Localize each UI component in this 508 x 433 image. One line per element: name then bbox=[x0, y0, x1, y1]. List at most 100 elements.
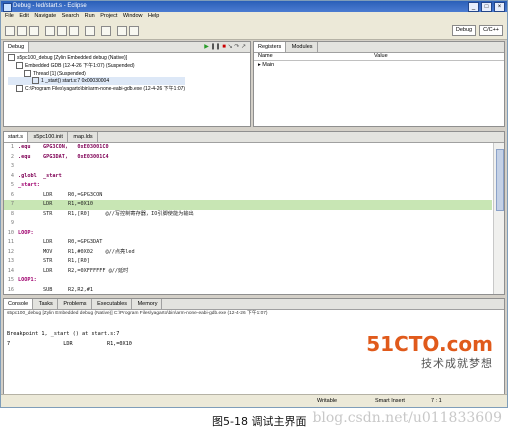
debug-tree: s5pc100_debug [Zylin Embedded debug (Nat… bbox=[8, 54, 186, 93]
code-line[interactable]: 14 LDR R2,=0XFFFFFF @//延时 bbox=[4, 267, 492, 277]
code-text: LDR R0,=GPG3CON bbox=[18, 191, 103, 198]
code-line[interactable]: 9 bbox=[4, 219, 492, 229]
menu-help[interactable]: Help bbox=[148, 13, 159, 19]
print-icon[interactable] bbox=[29, 26, 39, 36]
gdb-icon bbox=[16, 61, 23, 69]
code-line[interactable]: 10 LOOP: bbox=[4, 229, 492, 239]
eclipse-icon bbox=[3, 3, 12, 12]
run-icon[interactable] bbox=[69, 26, 79, 36]
code-text: LDR R2,=0XFFFFFF @//延时 bbox=[18, 267, 129, 274]
code-line[interactable]: 12 MOV R1,#0X02 @//点亮led bbox=[4, 248, 492, 258]
line-number: 4 bbox=[10, 172, 14, 179]
terminate-icon[interactable]: ■ bbox=[222, 44, 226, 50]
status-writable: Writable bbox=[317, 398, 338, 404]
minimize-button[interactable]: _ bbox=[468, 2, 479, 12]
new-icon[interactable] bbox=[5, 26, 15, 36]
debug-view: Debug ▶ ❚❚ ■ ↘ ↷ ↗ s5pc100_debug [Zylin … bbox=[3, 41, 251, 127]
search-icon[interactable] bbox=[101, 26, 111, 36]
line-number: 6 bbox=[10, 191, 14, 198]
suspend-icon[interactable]: ❚❚ bbox=[211, 44, 221, 50]
menu-file[interactable]: File bbox=[5, 13, 14, 19]
column-name[interactable]: Name bbox=[258, 52, 273, 60]
code-line[interactable]: 16 SUB R2,R2,#1 bbox=[4, 286, 492, 295]
cpp-perspective-button[interactable]: C/C++ bbox=[479, 25, 503, 36]
site-watermark: 51CTO.com 技术成就梦想 bbox=[366, 333, 493, 371]
menu-window[interactable]: Window bbox=[123, 13, 143, 19]
tree-item-process[interactable]: C:\Program Files\yagarto\bin\arm-none-ea… bbox=[8, 85, 185, 93]
code-text: .equ GPG3DAT, 0xE03001C4 bbox=[18, 153, 109, 160]
code-line[interactable]: 13 STR R1,[R0] bbox=[4, 257, 492, 267]
code-line[interactable]: 4 .globl _start bbox=[4, 172, 492, 182]
tab-problems[interactable]: Problems bbox=[59, 299, 92, 309]
maximize-button[interactable]: □ bbox=[481, 2, 492, 12]
forward-icon[interactable] bbox=[129, 26, 139, 36]
code-text: MOV R1,#0X02 @//点亮led bbox=[18, 248, 135, 255]
external-tools-icon[interactable] bbox=[85, 26, 95, 36]
code-line[interactable]: 1 .equ GPG3CON, 0xE03001C0 bbox=[4, 143, 492, 153]
debug-icon[interactable] bbox=[57, 26, 67, 36]
register-group-main[interactable]: ▸ Main bbox=[258, 61, 274, 69]
code-text: SUB R2,R2,#1 bbox=[18, 286, 93, 293]
save-icon[interactable] bbox=[17, 26, 27, 36]
step-over-icon[interactable]: ↷ bbox=[234, 44, 239, 50]
line-number: 3 bbox=[10, 163, 14, 169]
code-line[interactable]: 7 LDR R1,=0X10 bbox=[4, 200, 492, 210]
code-line[interactable]: 2 .equ GPG3DAT, 0xE03001C4 bbox=[4, 153, 492, 163]
back-icon[interactable] bbox=[117, 26, 127, 36]
code-line[interactable]: 15 LOOP1: bbox=[4, 276, 492, 286]
line-number: 9 bbox=[10, 220, 14, 226]
tab-debug[interactable]: Debug bbox=[4, 42, 30, 52]
tree-item-frame[interactable]: 1 _start() start.s:7 0x00030004 bbox=[8, 77, 186, 86]
code-line[interactable]: 11 LDR R0,=GPG3DAT bbox=[4, 238, 492, 248]
code-text: _start: bbox=[18, 182, 40, 188]
debug-perspective-button[interactable]: Debug bbox=[451, 25, 477, 36]
line-number: 7 bbox=[10, 201, 14, 207]
eclipse-window: Debug - led/start.s - Eclipse _ □ × File… bbox=[0, 0, 508, 408]
code-area[interactable]: 1 .equ GPG3CON, 0xE03001C0 2 .equ GPG3DAT, … bbox=[4, 143, 492, 294]
tab-executables[interactable]: Executables bbox=[93, 299, 133, 309]
expand-icon[interactable]: ▸ bbox=[258, 62, 261, 68]
close-button[interactable]: × bbox=[494, 2, 505, 12]
main-toolbar: Debug C/C++ bbox=[1, 20, 507, 40]
line-number: 5 bbox=[10, 182, 14, 188]
step-return-icon[interactable]: ↗ bbox=[241, 44, 246, 50]
debug-view-tabs: Debug ▶ ❚❚ ■ ↘ ↷ ↗ bbox=[4, 42, 250, 53]
console-line: Breakpoint 1, _start () at start.s:7 bbox=[7, 331, 120, 337]
scrollbar-thumb[interactable] bbox=[496, 149, 504, 211]
tree-item-thread[interactable]: Thread [1] (Suspended) bbox=[8, 69, 185, 78]
code-text: LOOP1: bbox=[18, 277, 37, 283]
tree-item-gdb[interactable]: Embedded GDB (12-4-26 下午1:07) (Suspended… bbox=[8, 61, 185, 70]
console-output[interactable]: Breakpoint 1, _start () at start.s:7 7 L… bbox=[7, 329, 132, 349]
registers-header: Name Value bbox=[254, 52, 504, 61]
column-value[interactable]: Value bbox=[374, 52, 388, 60]
tab-registers[interactable]: Registers bbox=[254, 42, 287, 52]
line-number: 14 bbox=[7, 267, 14, 274]
menu-navigate[interactable]: Navigate bbox=[34, 13, 56, 19]
tab-tasks[interactable]: Tasks bbox=[34, 299, 58, 309]
editor-scrollbar[interactable] bbox=[493, 143, 504, 294]
status-insert-mode: Smart Insert bbox=[375, 398, 405, 404]
tab-modules[interactable]: Modules bbox=[287, 42, 318, 52]
build-icon[interactable] bbox=[45, 26, 55, 36]
code-line[interactable]: 5 _start: bbox=[4, 181, 492, 191]
code-text: LOOP: bbox=[18, 229, 34, 236]
launch-icon bbox=[8, 54, 15, 61]
tab-console[interactable]: Console bbox=[4, 299, 34, 309]
line-number: 12 bbox=[7, 248, 14, 255]
code-line[interactable]: 6 LDR R0,=GPG3CON bbox=[4, 191, 492, 201]
tab-s5pc100-init[interactable]: s5pc100.init bbox=[29, 132, 68, 142]
tab-start-s[interactable]: start.s bbox=[4, 132, 28, 142]
tab-memory[interactable]: Memory bbox=[133, 299, 163, 309]
line-number: 15 bbox=[7, 277, 14, 283]
menu-search[interactable]: Search bbox=[62, 13, 79, 19]
code-line[interactable]: 3 bbox=[4, 162, 492, 172]
stack-frame-icon bbox=[32, 77, 39, 85]
menu-edit[interactable]: Edit bbox=[19, 13, 28, 19]
menu-project[interactable]: Project bbox=[100, 13, 117, 19]
tree-item-launch[interactable]: s5pc100_debug [Zylin Embedded debug (Nat… bbox=[8, 54, 185, 62]
step-into-icon[interactable]: ↘ bbox=[228, 44, 233, 50]
code-line[interactable]: 8 STR R1,[R0] @//写控制寄存器，IO引脚使能为输出 bbox=[4, 210, 492, 220]
resume-icon[interactable]: ▶ bbox=[204, 44, 209, 50]
menu-run[interactable]: Run bbox=[85, 13, 95, 19]
tab-map-lds[interactable]: map.lds bbox=[69, 132, 98, 142]
